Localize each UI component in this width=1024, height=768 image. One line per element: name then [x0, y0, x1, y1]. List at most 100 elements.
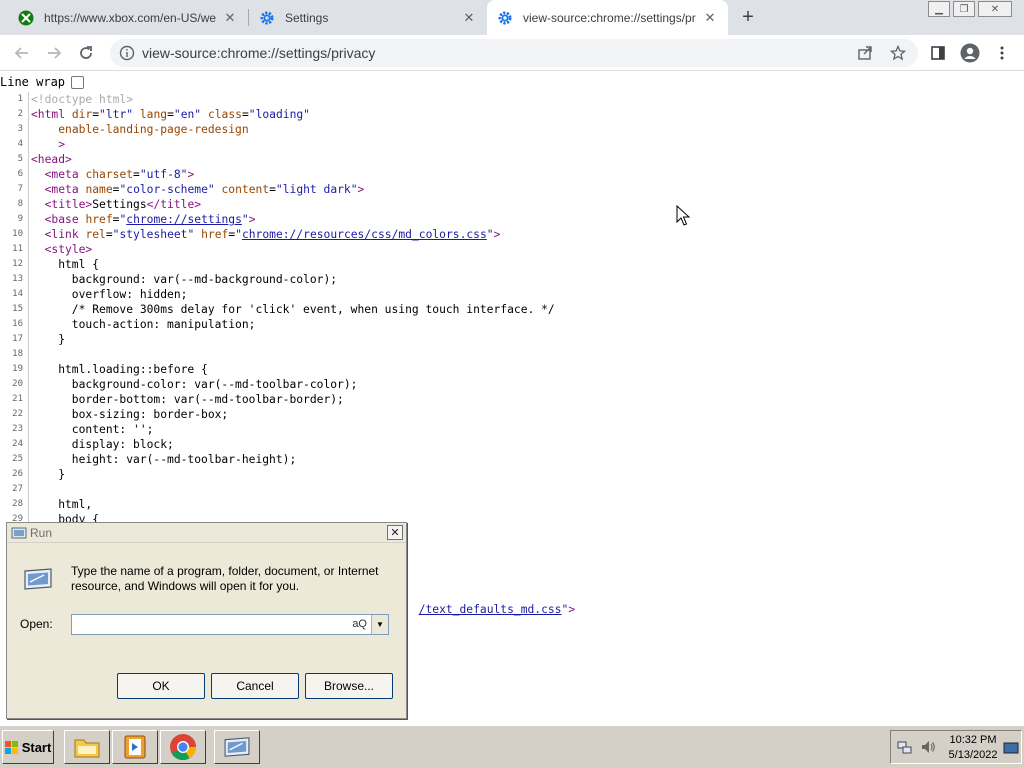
source-line: 16 touch-action: manipulation;	[0, 317, 1024, 332]
line-wrap-checkbox[interactable]	[71, 75, 85, 89]
source-line: 20 background-color: var(--md-toolbar-co…	[0, 377, 1024, 392]
run-dialog-titlebar[interactable]: Run	[7, 523, 406, 543]
line-code: html,	[31, 498, 93, 511]
run-dialog: Run ✕ Type the name of a program, folder…	[6, 522, 407, 719]
restore-button[interactable]: ❐	[953, 1, 975, 17]
line-number: 10	[0, 227, 29, 242]
line-code: <meta charset="utf-8">	[44, 168, 195, 181]
browser-toolbar: view-source:chrome://settings/privacy	[0, 35, 1024, 71]
close-window-button[interactable]: ✕	[978, 1, 1012, 17]
line-number: 21	[0, 392, 29, 407]
run-program-icon	[24, 568, 52, 590]
line-wrap-toggle: Line wrap	[0, 74, 85, 90]
volume-icon[interactable]	[920, 739, 936, 755]
line-number: 3	[0, 122, 29, 137]
network-icon[interactable]	[897, 739, 913, 755]
close-tab-icon[interactable]: ✕	[222, 10, 238, 26]
source-line: 19 html.loading::before {	[0, 362, 1024, 377]
close-tab-icon[interactable]: ✕	[702, 10, 718, 26]
taskbar-media-player[interactable]	[112, 730, 158, 764]
source-line: 23 content: '';	[0, 422, 1024, 437]
forward-arrow-icon	[48, 47, 62, 59]
line-code: /* Remove 300ms delay for 'click' event,…	[31, 303, 555, 316]
source-line: 26 }	[0, 467, 1024, 482]
tab-title: view-source:chrome://settings/priva	[523, 10, 696, 25]
source-line: 12 html {	[0, 257, 1024, 272]
source-line: 24 display: block;	[0, 437, 1024, 452]
source-line: 1 <!doctype html>	[0, 92, 1024, 107]
browse-button[interactable]: Browse...	[305, 673, 393, 699]
line-number: 22	[0, 407, 29, 422]
source-line: 10 <link rel="stylesheet" href="chrome:/…	[0, 227, 1024, 242]
tab-view-source[interactable]: view-source:chrome://settings/priva ✕	[487, 0, 728, 35]
line-code: <base href="chrome://settings">	[44, 213, 256, 226]
line-number: 9	[0, 212, 29, 227]
line-number: 4	[0, 137, 29, 152]
reload-button[interactable]	[74, 41, 98, 65]
line-number: 15	[0, 302, 29, 317]
back-button[interactable]	[10, 41, 34, 65]
site-info-icon[interactable]	[119, 45, 135, 61]
taskbar-chrome[interactable]	[160, 730, 206, 764]
run-dialog-title: Run	[30, 525, 53, 540]
menu-button[interactable]	[990, 41, 1014, 65]
source-line: 22 box-sizing: border-box;	[0, 407, 1024, 422]
kebab-menu-icon	[1000, 46, 1004, 60]
line-code: background-color: var(--md-toolbar-color…	[31, 378, 358, 391]
source-line: 27	[0, 482, 1024, 497]
ime-indicator: aQ	[352, 618, 367, 630]
source-line: 3 enable-landing-page-redesign	[0, 122, 1024, 137]
line-number: 17	[0, 332, 29, 347]
tab-settings[interactable]: Settings ✕	[249, 0, 487, 35]
system-tray: 10:32 PM 5/13/2022	[890, 730, 1022, 764]
share-button[interactable]	[853, 41, 877, 65]
minimize-button[interactable]: ▁	[928, 1, 950, 17]
open-input[interactable]: aQ ▼	[71, 614, 389, 635]
media-player-icon	[124, 735, 146, 759]
side-panel-button[interactable]	[926, 41, 950, 65]
bookmark-button[interactable]	[886, 41, 910, 65]
line-number: 25	[0, 452, 29, 467]
source-line: 28 html,	[0, 497, 1024, 512]
line-code: display: block;	[31, 438, 174, 451]
start-button[interactable]: Start	[2, 730, 54, 764]
line-code: content: '';	[31, 423, 154, 436]
profile-button[interactable]	[958, 41, 982, 65]
chrome-icon	[170, 734, 197, 761]
settings-gear-icon	[497, 10, 513, 26]
run-icon	[224, 737, 250, 757]
close-icon[interactable]: ✕	[387, 525, 403, 540]
address-bar[interactable]: view-source:chrome://settings/privacy	[110, 39, 918, 67]
source-line: 6 <meta charset="utf-8">	[0, 167, 1024, 182]
line-code: border-bottom: var(--md-toolbar-border);	[31, 393, 344, 406]
clock-time: 10:32 PM	[949, 734, 997, 746]
close-tab-icon[interactable]: ✕	[461, 10, 477, 26]
xbox-icon	[18, 10, 34, 26]
clock[interactable]: 10:32 PM 5/13/2022	[945, 733, 1001, 763]
chevron-down-icon[interactable]: ▼	[371, 615, 388, 634]
line-code: <link rel="stylesheet" href="chrome://re…	[44, 228, 501, 241]
tab-title: Settings	[285, 10, 329, 25]
show-desktop-icon[interactable]	[1003, 740, 1019, 756]
source-line: 2 <html dir="ltr" lang="en" class="loadin…	[0, 107, 1024, 122]
line-code: touch-action: manipulation;	[31, 318, 256, 331]
line-number: 24	[0, 437, 29, 452]
line-code: background: var(--md-background-color);	[31, 273, 338, 286]
tab-xbox[interactable]: https://www.xbox.com/en-US/webg ✕	[8, 0, 248, 35]
ok-button[interactable]: OK	[117, 673, 205, 699]
screen: https://www.xbox.com/en-US/webg ✕ Settin…	[0, 0, 1024, 768]
line-number: 14	[0, 287, 29, 302]
line-code: html {	[31, 258, 100, 271]
taskbar-file-explorer[interactable]	[64, 730, 110, 764]
open-label: Open:	[20, 617, 53, 631]
source-line: 17 }	[0, 332, 1024, 347]
forward-button[interactable]	[42, 41, 66, 65]
taskbar-run[interactable]	[214, 730, 260, 764]
line-number: 8	[0, 197, 29, 212]
source-line: 4 >	[0, 137, 1024, 152]
source-line: 14 overflow: hidden;	[0, 287, 1024, 302]
line-number: 27	[0, 482, 29, 497]
cancel-button[interactable]: Cancel	[211, 673, 299, 699]
line-number: 13	[0, 272, 29, 287]
new-tab-button[interactable]: +	[737, 6, 759, 28]
